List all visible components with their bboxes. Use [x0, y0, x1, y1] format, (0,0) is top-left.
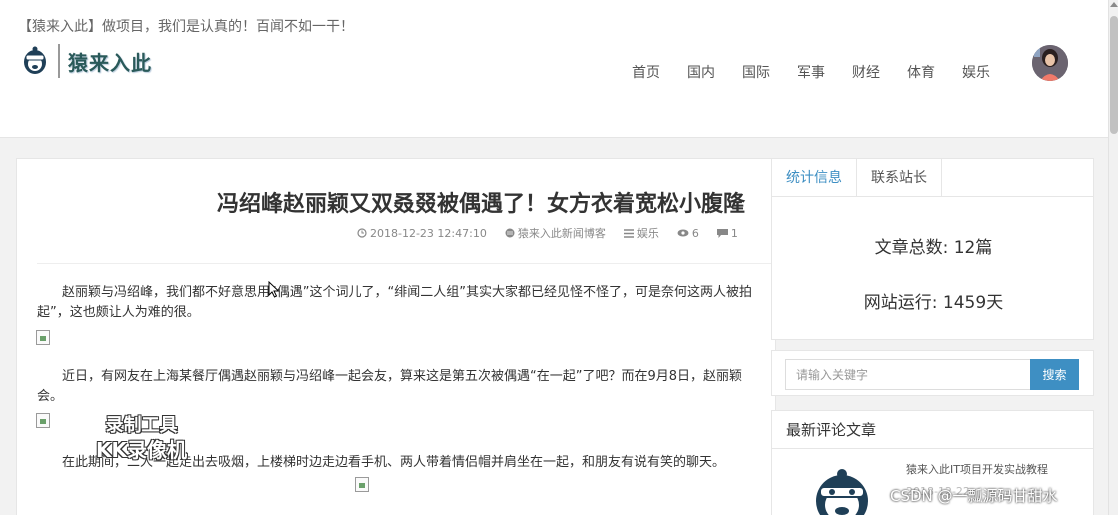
nav-domestic[interactable]: 国内 [687, 62, 715, 82]
stat-site-uptime: 网站运行: 1459天 [863, 293, 1004, 313]
logo-text: 猿来入此 [68, 50, 152, 75]
broken-image-icon [36, 330, 50, 345]
mouse-cursor-icon [268, 281, 280, 298]
site-header: 【猿来入此】做项目，我们是认真的！百闻不如一干！ 猿来入此 首页 国内 国际 军… [0, 0, 1108, 138]
recorder-watermark-line1: 录制工具 [105, 415, 178, 436]
stats-panel: 统计信息 联系站长 文章总数: 12篇 网站运行: 1459天 [771, 158, 1094, 340]
latest-comments-title: 最新评论文章 [772, 411, 1093, 449]
site-slogan: 【猿来入此】做项目，我们是认真的！百闻不如一干！ [18, 19, 354, 35]
nav-finance[interactable]: 财经 [852, 62, 880, 82]
latest-comment-title[interactable]: 猿来入此IT项目开发实战教程 [906, 461, 1048, 477]
main-nav: 首页 国内 国际 军事 财经 体育 娱乐 [632, 62, 1017, 82]
broken-image-icon [355, 477, 369, 492]
eye-icon [677, 229, 689, 237]
tab-statistics[interactable]: 统计信息 [772, 159, 857, 196]
search-panel: 搜索 [771, 350, 1094, 396]
article-paragraph-2: 近日，有网友在上海某餐厅偶遇赵丽颖与冯绍峰一起会友，算来这是第五次被偶遇“在一起… [62, 369, 743, 384]
globe-icon [505, 228, 515, 238]
nav-military[interactable]: 军事 [797, 62, 825, 82]
meta-datetime: 2018-12-23 12:47:10 [357, 225, 487, 241]
article-paragraph-2-cont: 会。 [37, 389, 64, 404]
stats-tabs: 统计信息 联系站长 [772, 159, 1093, 197]
nav-international[interactable]: 国际 [742, 62, 770, 82]
broken-image-icon [36, 413, 50, 428]
meta-category[interactable]: 娱乐 [623, 225, 659, 241]
site-logo[interactable]: 猿来入此 [22, 44, 152, 78]
recorder-watermark: 录制工具 KK录像机 [96, 414, 187, 462]
recorder-watermark-line2: KK录像机 [96, 438, 187, 462]
article-paragraph-1-cont: 起”，这也颇让人为难的很。 [37, 305, 200, 320]
search-input[interactable] [785, 359, 1031, 390]
nav-sports[interactable]: 体育 [907, 62, 935, 82]
stat-article-count: 文章总数: 12篇 [874, 238, 993, 258]
nav-entertainment[interactable]: 娱乐 [962, 62, 990, 82]
nav-home[interactable]: 首页 [632, 62, 660, 82]
article-divider [37, 263, 775, 264]
meta-comments[interactable]: 1 [716, 225, 738, 241]
list-icon [623, 228, 634, 238]
logo-divider [58, 44, 60, 78]
page-scrollbar[interactable] [1108, 0, 1118, 515]
monkey-thumbnail-icon[interactable] [810, 467, 874, 515]
search-button[interactable]: 搜索 [1030, 359, 1079, 390]
clock-icon [357, 228, 367, 238]
monkey-logo-icon [24, 46, 46, 74]
avatar-image [1032, 45, 1068, 81]
comment-icon [716, 228, 728, 238]
user-avatar[interactable] [1032, 45, 1068, 81]
csdn-watermark: CSDN @一瓢源码甘甜水 [890, 487, 1058, 505]
article-paragraph-1: 赵丽颖与冯绍峰，我们都不好意思用“偶遇”这个词儿了，“绯闻二人组”其实大家都已经… [62, 285, 752, 300]
scrollbar-thumb[interactable] [1110, 16, 1118, 134]
article-meta: 2018-12-23 12:47:10 猿来入此新闻博客 娱乐 6 1 [357, 225, 756, 241]
meta-views: 6 [677, 225, 699, 241]
scroll-up-icon[interactable] [1110, 2, 1118, 7]
tab-contact[interactable]: 联系站长 [857, 159, 942, 196]
article-title: 冯绍峰赵丽颖又双叒叕被偶遇了！女方衣着宽松小腹隆 [217, 192, 746, 217]
meta-author: 猿来入此新闻博客 [505, 225, 606, 241]
